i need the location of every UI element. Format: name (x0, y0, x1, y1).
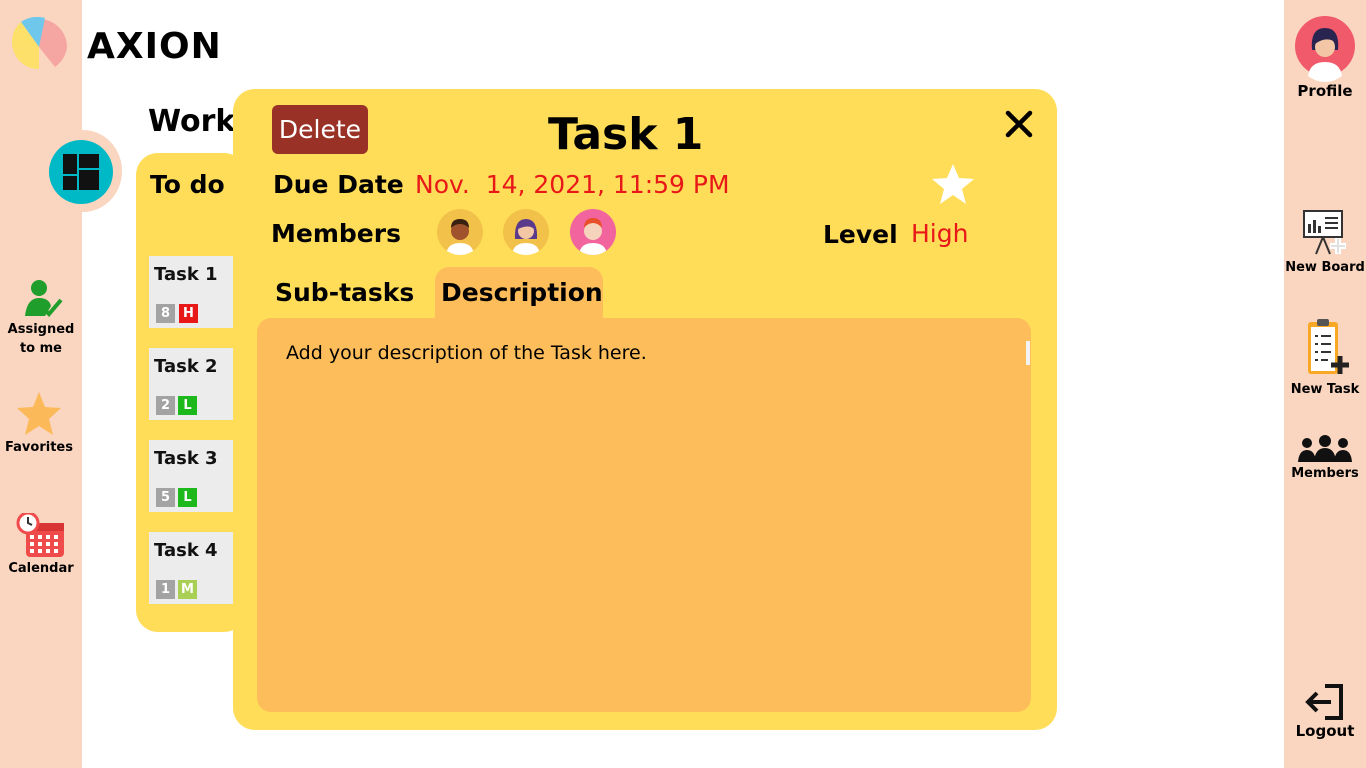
members-button[interactable]: Members (1284, 434, 1366, 483)
task-card-name: Task 2 (154, 356, 218, 377)
sidebar-item-label: Calendar (8, 561, 74, 576)
new-board-label: New Board (1285, 260, 1365, 275)
scrollbar[interactable] (1026, 341, 1030, 365)
assigned-user-icon (25, 280, 63, 317)
task-card[interactable]: Task 2 2 L (149, 348, 233, 420)
task-card[interactable]: Task 1 8 H (149, 256, 233, 328)
member-avatar[interactable] (437, 209, 483, 255)
due-date-label: Due Date (273, 170, 404, 199)
task-card[interactable]: Task 3 5 L (149, 440, 233, 512)
workspace-title: Work (148, 104, 236, 139)
sidebar-item-assigned[interactable]: Assigned to me (0, 276, 82, 358)
boards-nav-button[interactable] (49, 140, 113, 204)
new-task-label: New Task (1290, 382, 1360, 397)
app-name: AXION (87, 26, 222, 67)
member-avatar[interactable] (570, 209, 616, 255)
new-board-icon (1303, 210, 1346, 255)
sidebar-item-label: to me (19, 341, 63, 356)
due-date-value[interactable]: Nov. 14, 2021, 11:59 PM (415, 170, 730, 199)
tab-description[interactable]: Description (441, 278, 603, 307)
tab-subtasks[interactable]: Sub-tasks (275, 278, 414, 307)
person-avatar-icon (512, 219, 540, 255)
members-label: Members (271, 219, 401, 248)
level-badge: L (178, 396, 197, 415)
level-badge: M (178, 580, 197, 599)
member-avatar[interactable] (503, 209, 549, 255)
favorite-star-button[interactable] (930, 162, 976, 210)
subtask-count-badge: 8 (156, 304, 175, 323)
sidebar-item-favorites[interactable]: Favorites (0, 390, 78, 457)
level-value[interactable]: High (911, 219, 968, 248)
subtask-count-badge: 1 (156, 580, 175, 599)
logout-icon (1305, 684, 1343, 720)
person-avatar-icon (579, 218, 607, 255)
person-avatar-icon (446, 219, 474, 255)
members-group-icon (1298, 435, 1352, 462)
sidebar-item-label: Favorites (5, 440, 73, 455)
task-card[interactable]: Task 4 1 M (149, 532, 233, 604)
column-title: To do (150, 170, 225, 199)
level-badge: L (178, 488, 197, 507)
calendar-icon (16, 513, 64, 557)
subtask-count-badge: 5 (156, 488, 175, 507)
board-grid-icon (63, 154, 99, 190)
task-card-name: Task 3 (154, 448, 218, 469)
new-task-icon (1308, 319, 1349, 374)
new-board-button[interactable]: New Board (1284, 208, 1366, 277)
star-icon (932, 164, 974, 204)
task-card-name: Task 1 (154, 264, 218, 285)
level-badge: H (179, 304, 198, 323)
level-label: Level (823, 220, 898, 249)
profile-avatar-icon (1295, 16, 1355, 82)
profile-label: Profile (1297, 82, 1353, 100)
description-text[interactable]: Add your description of the Task here. (286, 342, 647, 364)
star-icon (17, 392, 61, 435)
close-icon (1005, 110, 1033, 138)
left-sidebar (0, 0, 82, 768)
sidebar-item-calendar[interactable]: Calendar (0, 513, 82, 578)
sidebar-item-label: Assigned (7, 322, 75, 337)
task-title: Task 1 (548, 109, 704, 160)
logout-button[interactable]: Logout (1284, 682, 1366, 741)
task-card-name: Task 4 (154, 540, 218, 561)
axion-logo-icon (11, 17, 67, 69)
logout-label: Logout (1295, 722, 1355, 740)
description-textarea[interactable] (257, 318, 1031, 712)
delete-button[interactable]: Delete (272, 105, 368, 154)
subtask-count-badge: 2 (156, 396, 175, 415)
new-task-button[interactable]: New Task (1284, 318, 1366, 399)
profile-button[interactable]: Profile (1284, 14, 1366, 101)
close-button[interactable] (1000, 105, 1038, 143)
members-label: Members (1291, 466, 1359, 481)
